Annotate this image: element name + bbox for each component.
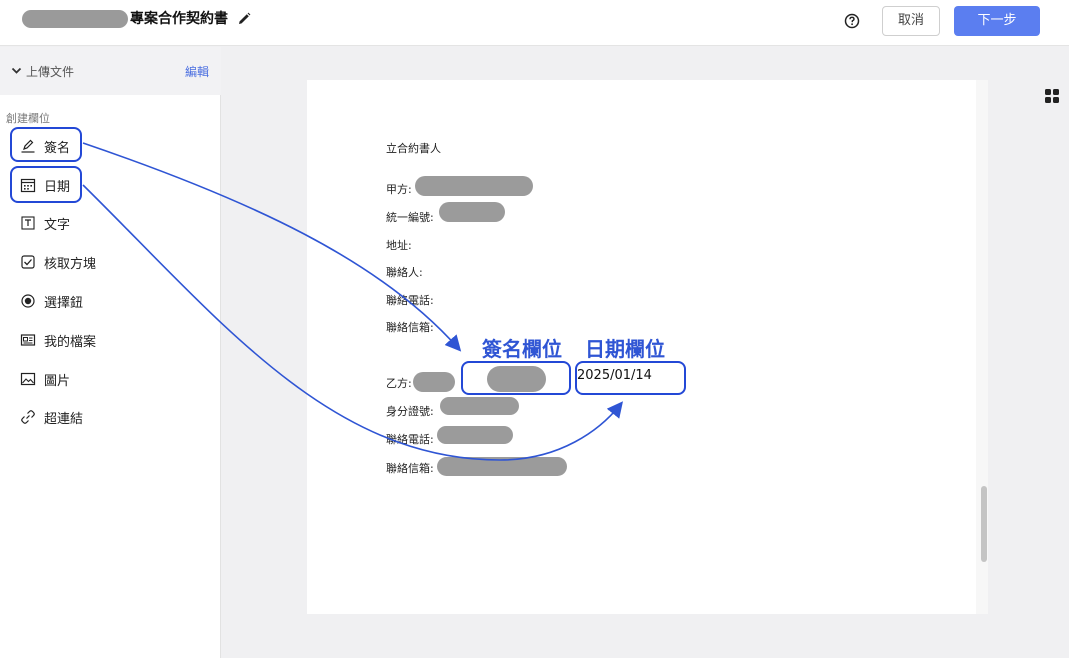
pencil-icon[interactable] bbox=[236, 11, 252, 27]
edit-link[interactable]: 編輯 bbox=[185, 63, 209, 80]
top-bar: 專案合作契約書 取消 下一步 bbox=[0, 0, 1069, 46]
party-b-phone-label: 聯絡電話: bbox=[386, 433, 434, 446]
party-b-id-label: 身分證號: bbox=[386, 405, 434, 418]
party-a-phone-label: 聯絡電話: bbox=[386, 294, 434, 307]
signature-field-annotation: 簽名欄位 bbox=[482, 337, 562, 361]
sidebar-item-label: 核取方塊 bbox=[44, 257, 97, 272]
date-item-highlight bbox=[10, 166, 82, 203]
sidebar-item-checkbox[interactable]: 核取方塊 bbox=[20, 250, 200, 274]
help-icon[interactable] bbox=[843, 12, 861, 30]
party-b-name-label: 乙方: bbox=[386, 377, 412, 390]
redacted-value bbox=[439, 202, 505, 222]
sidebar-item-my-files[interactable]: 我的檔案 bbox=[20, 328, 200, 352]
party-a-address-label: 地址: bbox=[386, 239, 412, 252]
contract-heading: 立合約書人 bbox=[386, 142, 441, 155]
party-a-tax-id-label: 統一編號: bbox=[386, 211, 434, 224]
party-b-email-label: 聯絡信箱: bbox=[386, 462, 434, 475]
scrollbar-thumb[interactable] bbox=[981, 486, 987, 562]
sidebar-item-hyperlink[interactable]: 超連結 bbox=[20, 405, 200, 429]
redacted-value bbox=[415, 176, 533, 196]
party-a-email-label: 聯絡信箱: bbox=[386, 321, 434, 334]
sidebar-item-label: 圖片 bbox=[44, 374, 71, 389]
redacted-value bbox=[413, 372, 455, 392]
create-fields-heading: 創建欄位 bbox=[6, 112, 50, 125]
redacted-signature bbox=[487, 366, 546, 392]
radio-icon bbox=[21, 294, 35, 308]
sidebar-item-label: 文字 bbox=[44, 218, 71, 233]
text-field-icon bbox=[21, 216, 35, 230]
date-field-value: 2025/01/14 bbox=[577, 368, 652, 383]
party-a-name-label: 甲方: bbox=[386, 183, 412, 196]
sidebar-item-text[interactable]: 文字 bbox=[20, 211, 200, 235]
date-field-annotation: 日期欄位 bbox=[585, 337, 665, 361]
image-icon bbox=[20, 372, 36, 386]
cancel-button[interactable]: 取消 bbox=[882, 6, 940, 36]
sidebar-item-label: 選擇鈕 bbox=[44, 296, 84, 311]
upload-document-label: 上傳文件 bbox=[26, 65, 75, 79]
party-a-contact-label: 聯絡人: bbox=[386, 266, 423, 279]
redacted-value bbox=[437, 426, 513, 444]
redacted-value bbox=[440, 397, 519, 415]
link-icon bbox=[21, 410, 35, 424]
redacted-value bbox=[437, 457, 567, 476]
sidebar-item-label: 超連結 bbox=[44, 412, 84, 427]
sidebar-item-image[interactable]: 圖片 bbox=[20, 367, 200, 391]
profile-card-icon bbox=[20, 334, 36, 346]
grid-view-icon[interactable] bbox=[1044, 88, 1060, 104]
next-step-button[interactable]: 下一步 bbox=[954, 6, 1040, 36]
sidebar-item-label: 我的檔案 bbox=[44, 335, 97, 350]
sidebar-item-radio[interactable]: 選擇鈕 bbox=[20, 289, 200, 313]
redacted-title-prefix bbox=[22, 10, 128, 28]
signature-item-highlight bbox=[10, 127, 82, 162]
chevron-down-icon[interactable] bbox=[11, 65, 22, 76]
document-title[interactable]: 專案合作契約書 bbox=[130, 10, 228, 28]
checkbox-icon bbox=[21, 255, 35, 269]
upload-document-row[interactable]: 上傳文件 編輯 bbox=[0, 47, 221, 95]
